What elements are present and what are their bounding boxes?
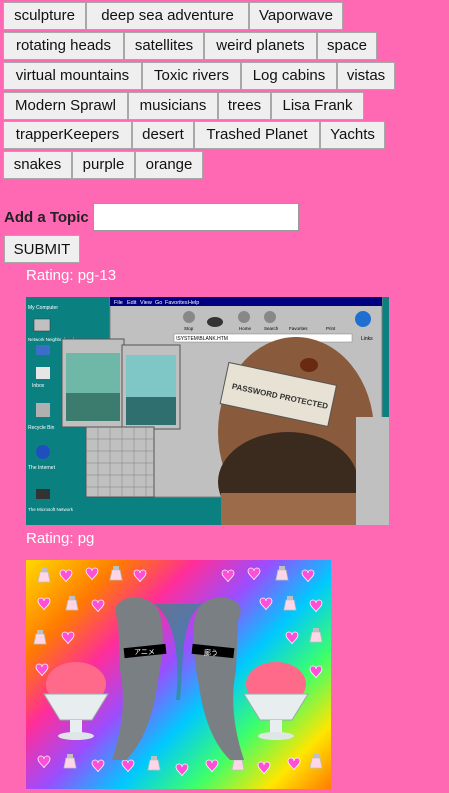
toolbar-search: Search bbox=[264, 326, 279, 331]
vaporwave-statue-image: アニメ 廊う bbox=[33, 565, 323, 777]
topic-button-satellites[interactable]: satellites bbox=[124, 32, 204, 60]
toolbar-favorites: Favorites bbox=[289, 326, 308, 331]
topic-button-space[interactable]: space bbox=[317, 32, 377, 60]
topic-button-snakes[interactable]: snakes bbox=[3, 151, 72, 179]
result-gif-image[interactable]: My Computer Network Neighborhood Inbox R… bbox=[26, 297, 389, 525]
toolbar-print: Print bbox=[326, 326, 336, 331]
topic-button-vistas[interactable]: vistas bbox=[337, 62, 395, 90]
topic-button-vaporwave[interactable]: Vaporwave bbox=[249, 2, 343, 30]
toolbar-stop: Stop bbox=[184, 326, 194, 331]
topic-button-modern-sprawl[interactable]: Modern Sprawl bbox=[3, 92, 128, 120]
topic-button-sculpture[interactable]: sculpture bbox=[3, 2, 86, 30]
topic-button-trapperkeepers[interactable]: trapperKeepers bbox=[3, 121, 132, 149]
topic-button-orange[interactable]: orange bbox=[135, 151, 203, 179]
address-bar-text: \SYSTEM\BLANK.HTM bbox=[176, 336, 228, 342]
desktop-icon-label: The Internet bbox=[28, 465, 56, 471]
topic-button-log-cabins[interactable]: Log cabins bbox=[241, 62, 337, 90]
rating-label: Rating: pg-13 bbox=[26, 267, 117, 284]
topic-button-toxic-rivers[interactable]: Toxic rivers bbox=[142, 62, 241, 90]
topic-button-purple[interactable]: purple bbox=[72, 151, 135, 179]
topic-button-trashed-planet[interactable]: Trashed Planet bbox=[194, 121, 320, 149]
rating-label: Rating: pg bbox=[26, 530, 95, 547]
win95-collage-image: My Computer Network Neighborhood Inbox R… bbox=[26, 297, 389, 525]
censor-band-text-left: アニメ bbox=[134, 648, 155, 656]
desktop-icon-label: My Computer bbox=[28, 305, 58, 311]
topic-button-deep-sea-adventure[interactable]: deep sea adventure bbox=[86, 2, 249, 30]
topic-button-rotating-heads[interactable]: rotating heads bbox=[3, 32, 124, 60]
add-topic-form: Add a Topic bbox=[4, 203, 299, 231]
menu-item-help: Help bbox=[188, 300, 199, 306]
menu-item-edit: Edit bbox=[127, 300, 137, 306]
desktop-icon-label: Recycle Bin bbox=[28, 425, 55, 431]
result-gif-image[interactable]: アニメ 廊う bbox=[26, 560, 331, 789]
topic-input[interactable] bbox=[92, 203, 299, 231]
topic-button-weird-planets[interactable]: weird planets bbox=[204, 32, 317, 60]
topic-button-desert[interactable]: desert bbox=[132, 121, 194, 149]
censor-band-text-right: 廊う bbox=[204, 648, 218, 657]
topic-button-lisa-frank[interactable]: Lisa Frank bbox=[271, 92, 364, 120]
menu-item-go: Go bbox=[155, 300, 162, 306]
topic-button-yachts[interactable]: Yachts bbox=[320, 121, 385, 149]
links-label: Links bbox=[361, 336, 373, 342]
desktop-icon-label: Inbox bbox=[32, 383, 45, 389]
topic-button-trees[interactable]: trees bbox=[218, 92, 271, 120]
desktop-icon-label: The Microsoft Network bbox=[28, 507, 74, 512]
add-topic-label: Add a Topic bbox=[4, 208, 89, 226]
menu-item-view: View bbox=[140, 300, 152, 306]
topic-button-musicians[interactable]: musicians bbox=[128, 92, 218, 120]
menu-item-favorites: Favorites bbox=[165, 300, 188, 306]
menu-item-file: File bbox=[114, 300, 123, 306]
toolbar-home: Home bbox=[239, 326, 252, 331]
topic-button-virtual-mountains[interactable]: virtual mountains bbox=[3, 62, 142, 90]
submit-button[interactable]: SUBMIT bbox=[4, 235, 80, 263]
